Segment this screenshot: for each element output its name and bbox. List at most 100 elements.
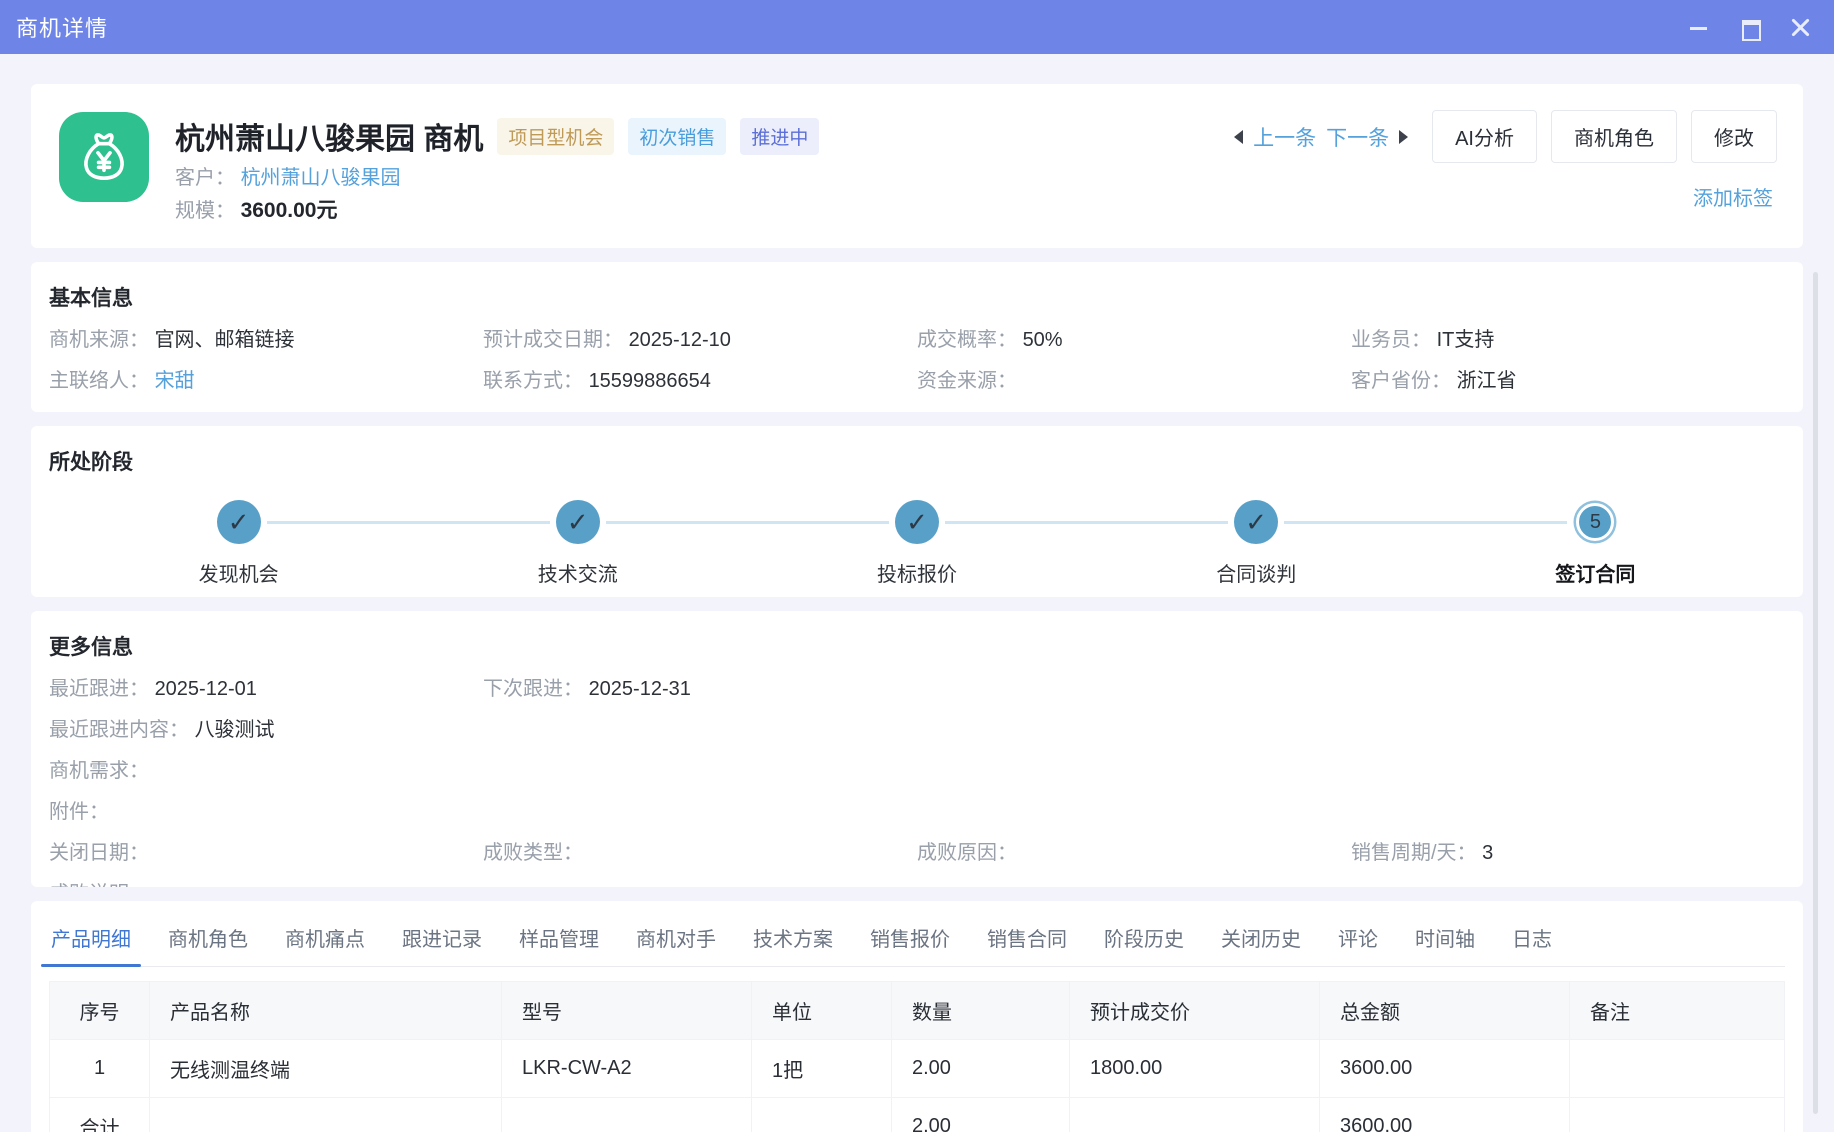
field-value: 50%: [1023, 329, 1063, 351]
field-label: 关闭日期：: [49, 842, 149, 864]
field-contact-phone: 联系方式： 15599886654: [483, 370, 917, 392]
stage-label: 投标报价: [877, 558, 957, 587]
prev-arrow-icon[interactable]: [1234, 130, 1243, 144]
tab-sales-contract[interactable]: 销售合同: [985, 913, 1069, 966]
field-label: 最近跟进：: [49, 678, 149, 700]
stage-bid-quote[interactable]: 投标报价: [747, 500, 1086, 587]
field-label: 附件：: [49, 801, 109, 823]
check-icon: [1234, 500, 1278, 544]
tab-close-history[interactable]: 关闭历史: [1219, 913, 1303, 966]
field-label: 最近跟进内容：: [49, 719, 189, 741]
window-controls: [1689, 18, 1810, 37]
contact-link[interactable]: 宋甜: [155, 370, 195, 392]
stage-discover[interactable]: 发现机会: [69, 500, 408, 587]
field-label: 成交概率：: [917, 329, 1017, 351]
field-label: 主联络人：: [49, 370, 149, 392]
maximize-icon[interactable]: [1740, 18, 1759, 37]
field-close-probability: 成交概率： 50%: [917, 329, 1351, 351]
cell-total-amount: 3600.00: [1320, 1040, 1570, 1098]
scale-value: 3600.00元: [241, 199, 338, 222]
col-header-remark: 备注: [1570, 982, 1785, 1040]
customer-link[interactable]: 杭州萧山八骏果园: [241, 167, 401, 189]
tab-product-detail[interactable]: 产品明细: [49, 913, 133, 966]
tab-opportunity-role[interactable]: 商机角色: [166, 913, 250, 966]
prev-record-link[interactable]: 上一条: [1253, 122, 1316, 152]
field-opportunity-demand: 商机需求：: [49, 760, 1785, 782]
more-info-title: 更多信息: [49, 631, 1785, 661]
check-icon: [556, 500, 600, 544]
field-label: 商机来源：: [49, 329, 149, 351]
cell-total-label: 合计: [50, 1098, 150, 1132]
field-label: 下次跟进：: [483, 678, 583, 700]
field-value: 浙江省: [1457, 370, 1517, 392]
col-header-model: 型号: [502, 982, 752, 1040]
record-nav: 上一条 下一条: [1234, 122, 1408, 152]
tab-sample-management[interactable]: 样品管理: [517, 913, 601, 966]
stage-label: 签订合同: [1555, 558, 1635, 587]
stage-card: 所处阶段 发现机会 技术交流 投标报价 合同谈判 5 签订合同: [31, 426, 1803, 597]
customer-label: 客户：: [175, 167, 235, 189]
stage-contract-negotiation[interactable]: 合同谈判: [1087, 500, 1426, 587]
field-recent-follow: 最近跟进： 2025-12-01: [49, 678, 483, 700]
field-label: 联系方式：: [483, 370, 583, 392]
tab-follow-records[interactable]: 跟进记录: [400, 913, 484, 966]
tab-sales-quote[interactable]: 销售报价: [868, 913, 952, 966]
tab-comments[interactable]: 评论: [1336, 913, 1380, 966]
stage-label: 合同谈判: [1216, 558, 1296, 587]
field-value: 3: [1482, 842, 1493, 864]
col-header-product-name: 产品名称: [150, 982, 502, 1040]
stage-sign-contract[interactable]: 5 签订合同: [1426, 500, 1765, 587]
cell-total-amount: 3600.00: [1320, 1098, 1570, 1132]
next-record-link[interactable]: 下一条: [1326, 122, 1389, 152]
col-header-unit: 单位: [752, 982, 892, 1040]
tab-competitors[interactable]: 商机对手: [634, 913, 718, 966]
money-bag-icon: [59, 112, 149, 202]
cell-remark: [1570, 1040, 1785, 1098]
field-label: 预计成交日期：: [483, 329, 623, 351]
more-info-row-1: 最近跟进： 2025-12-01 下次跟进： 2025-12-31: [49, 678, 1785, 700]
cell-quantity: 2.00: [892, 1040, 1070, 1098]
ai-analysis-button[interactable]: AI分析: [1432, 110, 1537, 163]
field-value: 2025-12-10: [629, 329, 731, 351]
field-salesperson: 业务员： IT支持: [1351, 329, 1785, 351]
field-label: 成败原因：: [917, 842, 1017, 864]
table-row: 1 无线测温终端 LKR-CW-A2 1把 2.00 1800.00 3600.…: [50, 1040, 1785, 1098]
opportunity-role-button[interactable]: 商机角色: [1551, 110, 1677, 163]
vertical-scrollbar[interactable]: [1813, 272, 1818, 1114]
scale-line: 规模： 3600.00元: [175, 198, 819, 224]
cell-total-unit: [752, 1098, 892, 1132]
stage-label: 技术交流: [538, 558, 618, 587]
product-table: 序号 产品名称 型号 单位 数量 预计成交价 总金额 备注 1 无线测温终端 L…: [49, 981, 1785, 1132]
header-actions: 上一条 下一条 AI分析 商机角色 修改: [1234, 110, 1777, 163]
field-value: 官网、邮箱链接: [155, 329, 295, 351]
field-result-reason: 成败原因：: [917, 842, 1351, 864]
cell-total-remark: [1570, 1098, 1785, 1132]
cell-total-model: [502, 1098, 752, 1132]
window-titlebar: 商机详情: [0, 0, 1834, 54]
minimize-icon[interactable]: [1689, 18, 1708, 37]
close-icon[interactable]: [1791, 18, 1810, 37]
customer-line: 客户： 杭州萧山八骏果园: [175, 165, 819, 191]
edit-button[interactable]: 修改: [1691, 110, 1777, 163]
cell-total-product-name: [150, 1098, 502, 1132]
cell-expected-price: 1800.00: [1070, 1040, 1320, 1098]
add-tag-link[interactable]: 添加标签: [1693, 182, 1773, 211]
tab-stage-history[interactable]: 阶段历史: [1102, 913, 1186, 966]
field-result-type: 成败类型：: [483, 842, 917, 864]
field-label: 商机需求：: [49, 760, 149, 782]
tab-pain-points[interactable]: 商机痛点: [283, 913, 367, 966]
next-arrow-icon[interactable]: [1399, 130, 1408, 144]
cell-total-expected-price: [1070, 1098, 1320, 1132]
opportunity-title: 杭州萧山八骏果园 商机: [175, 114, 483, 158]
cell-total-quantity: 2.00: [892, 1098, 1070, 1132]
tab-technical-plan[interactable]: 技术方案: [751, 913, 835, 966]
stage-label: 发现机会: [199, 558, 279, 587]
tab-logs[interactable]: 日志: [1510, 913, 1554, 966]
tag-project-type: 项目型机会: [497, 118, 614, 155]
detail-tabs-card: 产品明细 商机角色 商机痛点 跟进记录 样品管理 商机对手 技术方案 销售报价 …: [31, 901, 1803, 1132]
tab-timeline[interactable]: 时间轴: [1413, 913, 1477, 966]
stage-tech-exchange[interactable]: 技术交流: [408, 500, 747, 587]
field-value: IT支持: [1437, 329, 1495, 351]
cell-product-name: 无线测温终端: [150, 1040, 502, 1098]
field-value: 八骏测试: [195, 719, 275, 741]
